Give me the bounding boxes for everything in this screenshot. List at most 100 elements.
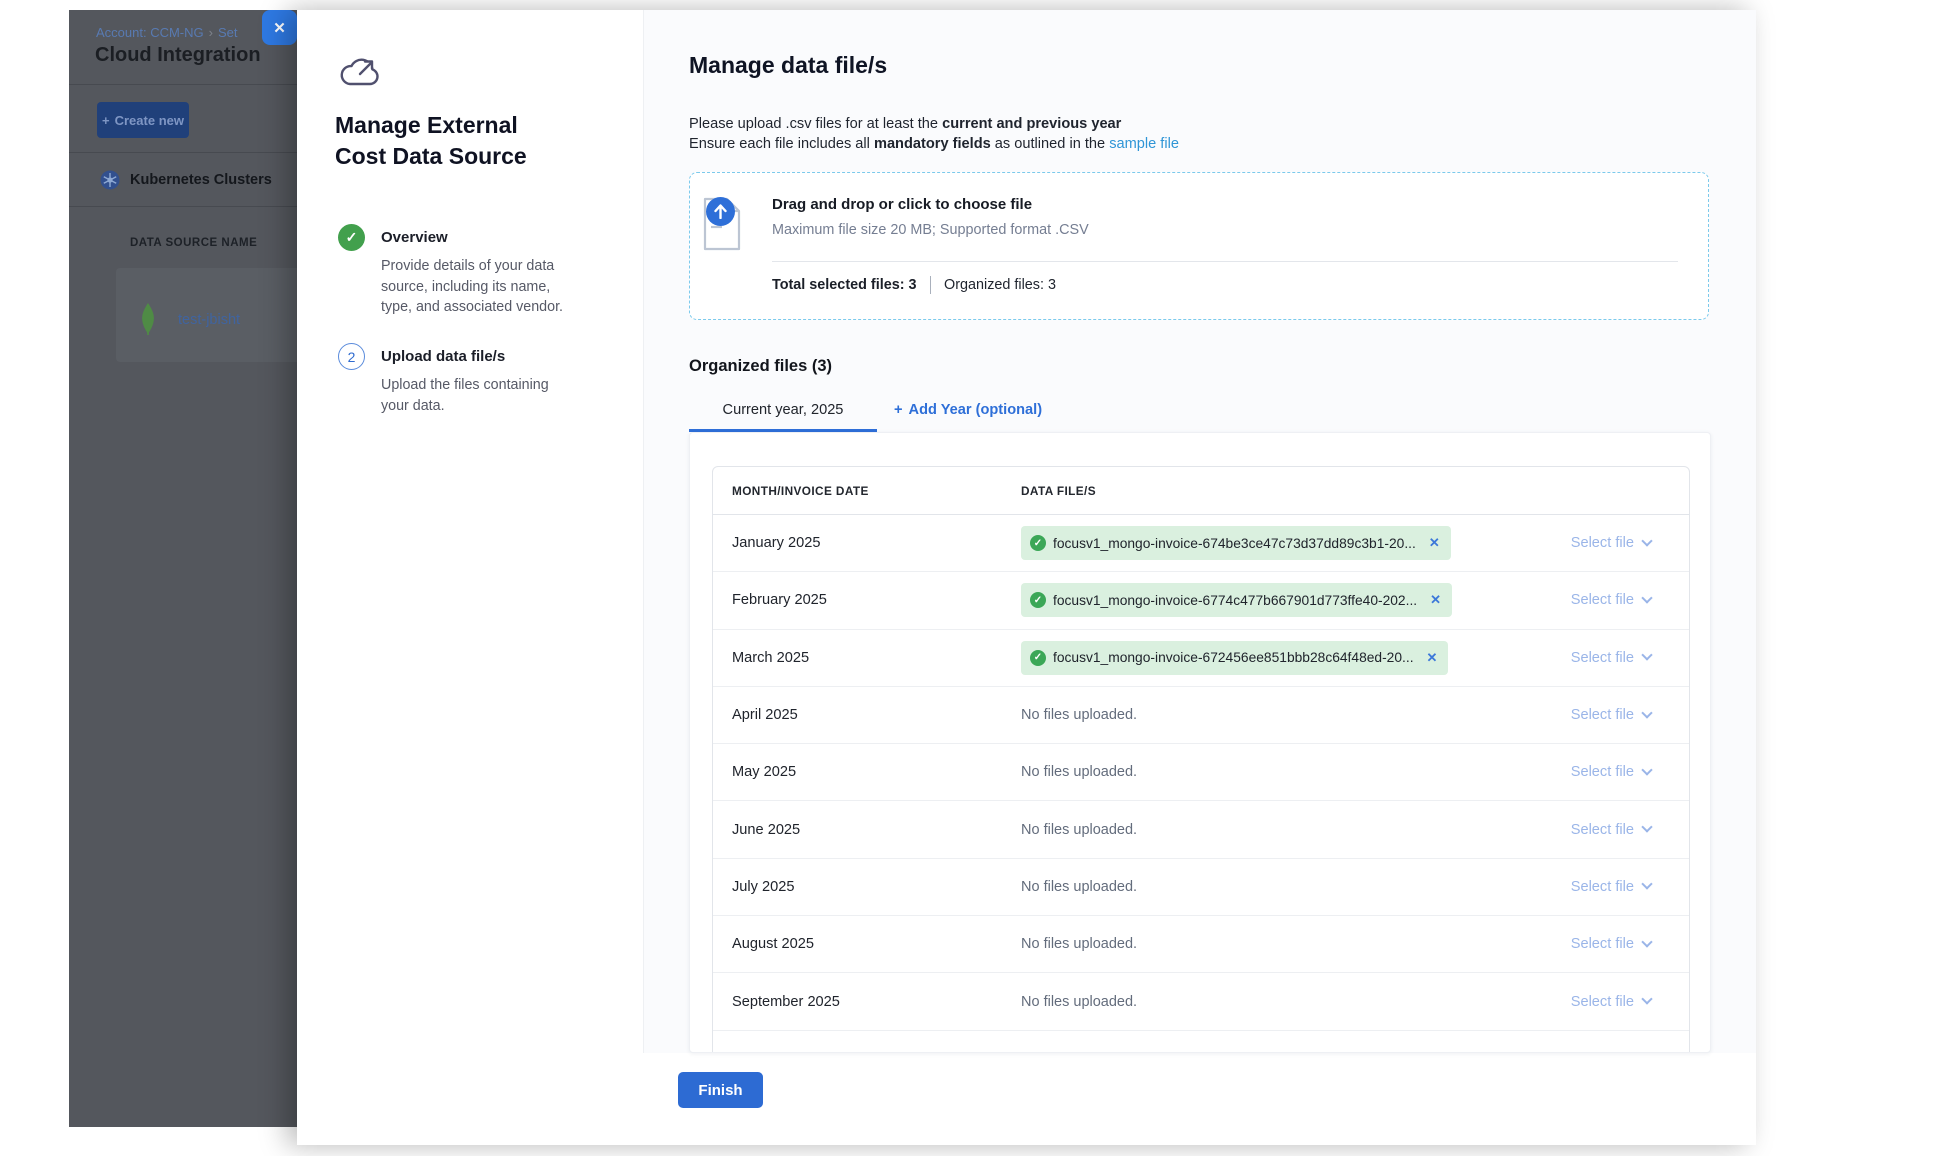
divider (930, 276, 932, 294)
step1-title: Overview (381, 229, 448, 246)
select-file-dropdown[interactable]: Select file (1521, 822, 1651, 838)
select-file-dropdown[interactable]: Select file (1521, 879, 1651, 895)
table-row: April 2025 No files uploaded. Select fil… (713, 687, 1689, 744)
file-cell: ✓ focusv1_mongo-invoice-672456ee851bbb28c… (1021, 641, 1521, 675)
drawer-title: Manage External Cost Data Source (335, 110, 571, 172)
year-tabs: Current year, 2025 + Add Year (optional) (689, 393, 1042, 432)
dropzone-subtitle: Maximum file size 20 MB; Supported forma… (772, 222, 1089, 238)
organized-files-count: Organized files: 3 (944, 277, 1056, 293)
close-button[interactable]: ✕ (262, 10, 297, 45)
select-file-dropdown[interactable]: Select file (1521, 707, 1651, 723)
divider (772, 261, 1678, 262)
divider (69, 152, 297, 153)
breadcrumb-trail[interactable]: Set (218, 25, 238, 40)
file-counters: Total selected files: 3 Organized files:… (772, 276, 1056, 294)
month-label: September 2025 (713, 994, 1021, 1010)
select-file-dropdown[interactable]: Select file (1521, 1051, 1651, 1053)
add-year-label: Add Year (optional) (909, 402, 1043, 418)
screen: Account: CCM-NG › Set Cloud Integration + … (0, 0, 1934, 1156)
plus-icon: + (894, 402, 903, 418)
tab-kubernetes-clusters[interactable]: Kubernetes Clusters (100, 170, 272, 190)
total-selected-files: Total selected files: 3 (772, 277, 917, 293)
select-file-label: Select file (1571, 764, 1634, 780)
tab-current-year[interactable]: Current year, 2025 (689, 393, 877, 432)
empty-text: No files uploaded. (1021, 707, 1137, 723)
upload-arrow-icon (706, 197, 735, 226)
instruction-line2: Ensure each file includes all mandatory … (689, 134, 1179, 154)
upload-instructions: Please upload .csv files for at least th… (689, 114, 1179, 154)
select-file-label: Select file (1571, 936, 1634, 952)
breadcrumb-account-link[interactable]: Account: CCM-NG (96, 25, 204, 40)
select-file-label: Select file (1571, 822, 1634, 838)
chevron-down-icon (1641, 1051, 1652, 1053)
divider (69, 84, 297, 85)
months-table: MONTH/INVOICE DATE DATA FILE/S January 2… (712, 466, 1690, 1053)
file-cell: No files uploaded. (1021, 764, 1521, 780)
empty-text: No files uploaded. (1021, 764, 1137, 780)
table-row: January 2025 ✓focusv1_mongo-invoice-674b… (713, 515, 1689, 572)
mongodb-leaf-icon (139, 303, 157, 335)
empty-text: No files uploaded. (1021, 879, 1137, 895)
wizard-panel: Manage External Cost Data Source ✓ Overv… (297, 10, 643, 1145)
select-file-dropdown[interactable]: Select file (1521, 592, 1651, 608)
table-row: October 2025 No files uploaded. Select f… (713, 1031, 1689, 1053)
file-chip: ✓focusv1_mongo-invoice-6774c477b667901d7… (1021, 583, 1452, 617)
select-file-label: Select file (1571, 1051, 1634, 1053)
file-cell: No files uploaded. (1021, 1051, 1521, 1053)
create-new-button[interactable]: + Create new (97, 102, 189, 138)
select-file-dropdown[interactable]: Select file (1521, 994, 1651, 1010)
select-file-dropdown[interactable]: Select file (1521, 936, 1651, 952)
step1-done-icon: ✓ (338, 224, 365, 251)
breadcrumb-separator-icon: › (209, 25, 213, 40)
remove-file-icon[interactable]: ✕ (1429, 535, 1440, 551)
table-body: January 2025 ✓focusv1_mongo-invoice-674b… (713, 515, 1689, 1053)
check-icon: ✓ (1030, 592, 1046, 608)
remove-file-icon[interactable]: ✕ (1430, 592, 1441, 608)
month-label: October 2025 (713, 1051, 1021, 1053)
plus-icon: + (102, 113, 110, 128)
file-name: focusv1_mongo-invoice-672456ee851bbb28c6… (1053, 650, 1414, 665)
cloud-upload-icon (339, 54, 381, 90)
month-label: July 2025 (713, 879, 1021, 895)
data-source-link[interactable]: test-jbisht (178, 312, 240, 328)
page-title: Cloud Integration (95, 44, 261, 67)
empty-text: No files uploaded. (1021, 822, 1137, 838)
file-cell: ✓focusv1_mongo-invoice-674be3ce47c73d37d… (1021, 526, 1521, 560)
upload-step-panel: Manage data file/s Please upload .csv fi… (643, 10, 1756, 1053)
select-file-label: Select file (1571, 994, 1634, 1010)
chevron-down-icon (1641, 936, 1652, 947)
month-label: April 2025 (713, 707, 1021, 723)
file-dropzone[interactable]: Drag and drop or click to choose file Ma… (689, 172, 1709, 320)
select-file-dropdown[interactable]: Select file (1521, 650, 1651, 666)
select-file-dropdown[interactable]: Select file (1521, 764, 1651, 780)
table-header-row: MONTH/INVOICE DATE DATA FILE/S (713, 467, 1689, 515)
month-label: May 2025 (713, 764, 1021, 780)
create-new-label: Create new (115, 113, 184, 128)
tab-label: Kubernetes Clusters (130, 172, 272, 188)
finish-button[interactable]: Finish (678, 1072, 763, 1108)
table-row: July 2025 No files uploaded. Select file (713, 859, 1689, 916)
select-file-label: Select file (1571, 707, 1634, 723)
file-chip: ✓focusv1_mongo-invoice-674be3ce47c73d37d… (1021, 526, 1451, 560)
remove-file-icon[interactable]: ✕ (1427, 650, 1438, 666)
table-row: June 2025 No files uploaded. Select file (713, 801, 1689, 858)
chevron-down-icon (1641, 821, 1652, 832)
chevron-down-icon (1641, 707, 1652, 718)
header-month-invoice-date: MONTH/INVOICE DATE (713, 484, 1021, 498)
add-year-button[interactable]: + Add Year (optional) (894, 393, 1042, 418)
dropzone-title: Drag and drop or click to choose file (772, 196, 1032, 213)
check-icon: ✓ (1030, 650, 1046, 666)
month-label: June 2025 (713, 822, 1021, 838)
divider (69, 206, 297, 207)
step2-title: Upload data file/s (381, 348, 505, 365)
chevron-down-icon (1641, 592, 1652, 603)
step2-number-icon: 2 (338, 343, 365, 370)
table-row: August 2025 No files uploaded. Select fi… (713, 916, 1689, 973)
step1-description: Provide details of your data source, inc… (381, 256, 577, 318)
manage-external-cost-drawer: Manage External Cost Data Source ✓ Overv… (297, 10, 1756, 1145)
chevron-down-icon (1641, 993, 1652, 1004)
step2-description: Upload the files containing your data. (381, 375, 577, 416)
file-cell: No files uploaded. (1021, 707, 1521, 723)
sample-file-link[interactable]: sample file (1109, 136, 1179, 152)
select-file-dropdown[interactable]: Select file (1521, 535, 1651, 551)
